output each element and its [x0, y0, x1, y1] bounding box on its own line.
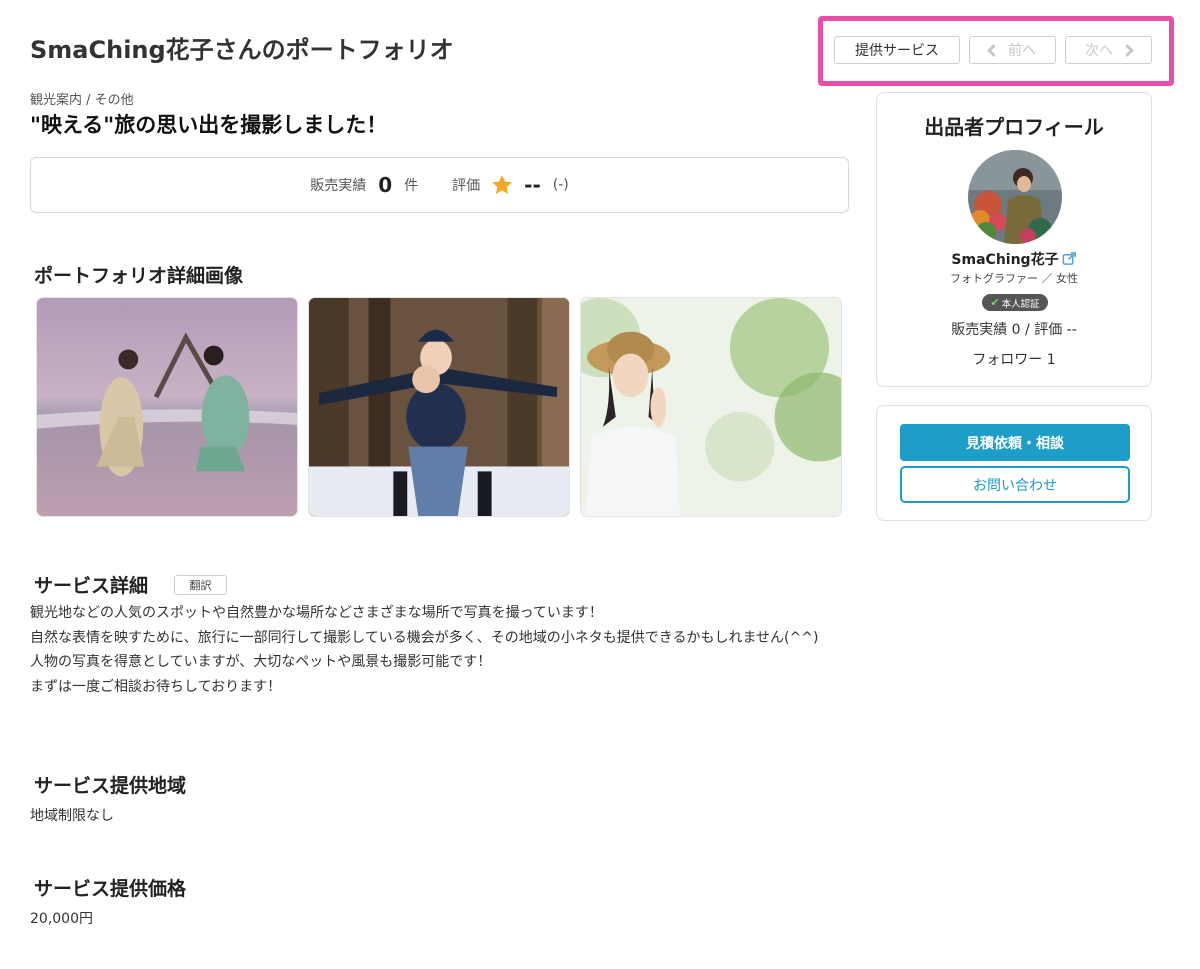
profile-followers[interactable]: フォロワー 1	[877, 349, 1151, 369]
service-price-value: 20,000円	[30, 911, 93, 927]
check-icon: ✔	[990, 296, 1000, 309]
portfolio-image-beach[interactable]	[36, 297, 298, 517]
next-button[interactable]: 次へ	[1065, 36, 1152, 64]
rating-label: 評価	[452, 178, 481, 194]
external-link-icon[interactable]	[1062, 251, 1077, 266]
detail-line: 観光地などの人気のスポットや自然豊かな場所などさまざまな場所で写真を撮っています…	[30, 605, 603, 621]
profile-title: 出品者プロフィール	[924, 115, 1104, 139]
sales-unit: 件	[404, 178, 419, 194]
prev-button[interactable]: 前へ	[969, 36, 1056, 64]
action-card: 見積依頼・相談 お問い合わせ	[876, 405, 1152, 521]
quote-request-button[interactable]: 見積依頼・相談	[900, 424, 1130, 461]
chevron-left-icon	[987, 43, 1000, 57]
star-icon	[492, 175, 513, 194]
page-title: SmaChing花子さんのポートフォリオ	[30, 36, 454, 64]
portfolio-title: "映える"旅の思い出を撮影しました！	[30, 113, 388, 137]
translate-button[interactable]: 翻訳	[174, 575, 227, 595]
rating-count: (-)	[552, 177, 569, 193]
verified-label: 本人認証	[1001, 298, 1040, 310]
detail-line: まずは一度ご相談お待ちしております！	[30, 678, 282, 695]
inquiry-button[interactable]: お問い合わせ	[900, 466, 1130, 503]
verified-badge: ✔ 本人認証	[982, 294, 1048, 311]
services-button[interactable]: 提供サービス	[834, 36, 960, 64]
service-area-heading: サービス提供地域	[34, 775, 187, 797]
profile-name-row: SmaChing花子	[877, 249, 1151, 269]
portfolio-image-snow[interactable]	[308, 297, 570, 517]
images-heading: ポートフォリオ詳細画像	[34, 265, 244, 287]
detail-line: 人物の写真を得意としていますが、大切なペットや風景も撮影可能です！	[30, 654, 492, 670]
breadcrumb: 観光案内 / その他	[30, 93, 134, 108]
sales-count: 0	[378, 173, 393, 197]
next-label: 次へ	[1085, 43, 1113, 59]
prev-label: 前へ	[1008, 43, 1036, 59]
profile-card: 出品者プロフィール SmaChing花子 フォトグラファー ／ 女性 ✔ 本人認証…	[876, 92, 1152, 387]
detail-line: 自然な表情を映すために、旅行に一部同行して撮影している機会が多く、その地域の小ネ…	[30, 629, 819, 646]
profile-name[interactable]: SmaChing花子	[951, 252, 1058, 268]
profile-stats: 販売実績 0 / 評価 --	[951, 322, 1077, 338]
portfolio-image-portrait[interactable]	[580, 297, 842, 517]
rating-value: --	[524, 173, 541, 197]
service-detail-text: 観光地などの人気のスポットや自然豊かな場所などさまざまな場所で写真を撮っています…	[30, 601, 850, 699]
profile-job: フォトグラファー ／ 女性	[950, 272, 1078, 285]
chevron-right-icon	[1121, 43, 1134, 57]
sales-label: 販売実績	[310, 178, 367, 194]
stats-box: 販売実績 0 件 評価 -- (-)	[30, 157, 849, 213]
avatar[interactable]	[968, 150, 1062, 244]
service-area-value: 地域制限なし	[30, 808, 114, 824]
services-label: 提供サービス	[855, 43, 939, 59]
service-detail-heading: サービス詳細	[34, 575, 149, 597]
service-price-heading: サービス提供価格	[34, 878, 187, 900]
